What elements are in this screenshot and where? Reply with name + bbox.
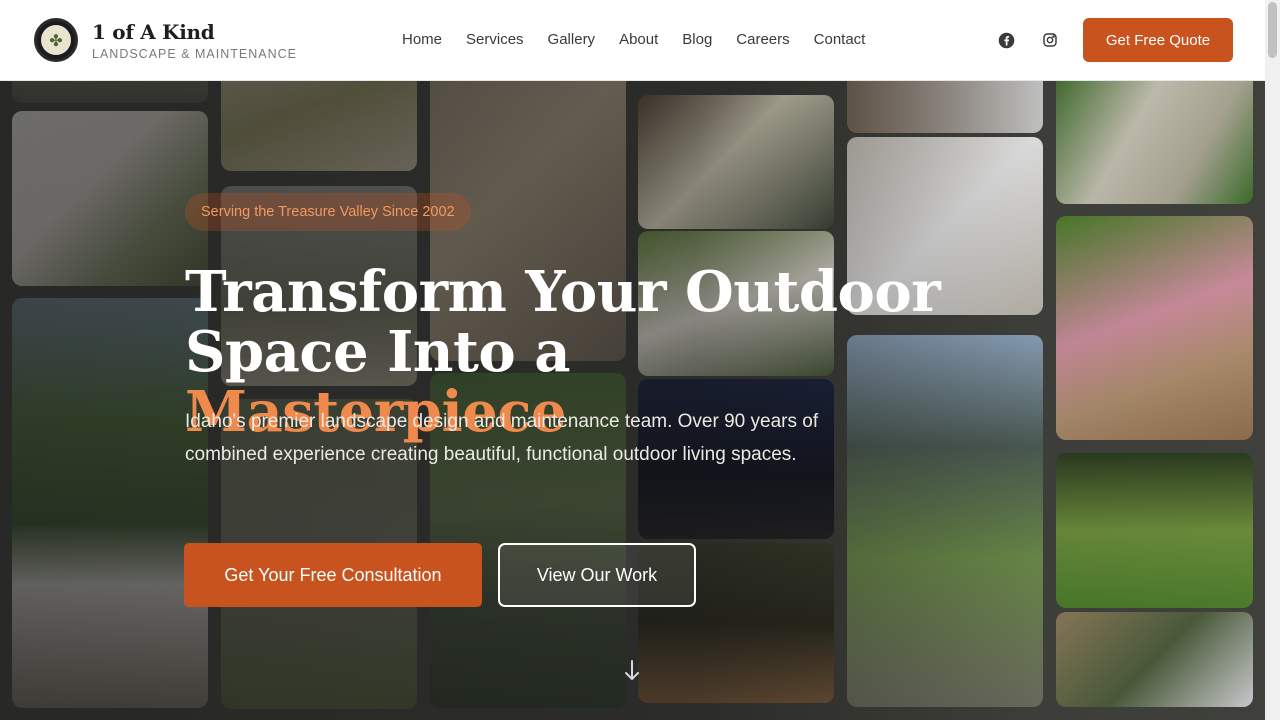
nav-services[interactable]: Services xyxy=(466,30,524,50)
get-free-quote-button[interactable]: Get Free Quote xyxy=(1083,18,1233,62)
nav-careers[interactable]: Careers xyxy=(736,30,789,50)
main-nav: Home Services Gallery About Blog Careers… xyxy=(402,30,889,50)
page-scrollbar[interactable] xyxy=(1265,0,1280,720)
facebook-icon[interactable] xyxy=(996,30,1016,50)
brand-name[interactable]: 1 of A Kind xyxy=(92,20,215,44)
free-consultation-button[interactable]: Get Your Free Consultation xyxy=(184,543,482,607)
brand-tagline: LANDSCAPE & MAINTENANCE xyxy=(92,47,297,61)
nav-contact[interactable]: Contact xyxy=(814,30,866,50)
arrow-down-icon[interactable] xyxy=(622,658,642,684)
nav-home[interactable]: Home xyxy=(402,30,442,50)
view-our-work-button[interactable]: View Our Work xyxy=(498,543,696,607)
headline-line-2: Space Into a xyxy=(185,319,571,385)
logo-icon[interactable]: ✤ xyxy=(34,18,78,62)
hero-subtext: Idaho's premier landscape design and mai… xyxy=(185,411,819,465)
nav-about[interactable]: About xyxy=(619,30,658,50)
nav-blog[interactable]: Blog xyxy=(682,30,712,50)
headline-line-1: Transform Your Outdoor xyxy=(185,259,941,325)
nav-gallery[interactable]: Gallery xyxy=(548,30,596,50)
site-header: ✤ 1 of A Kind LANDSCAPE & MAINTENANCE Ho… xyxy=(0,0,1265,81)
service-area-badge: Serving the Treasure Valley Since 2002 xyxy=(185,193,471,231)
scrollbar-thumb[interactable] xyxy=(1268,2,1277,58)
instagram-icon[interactable] xyxy=(1040,30,1060,50)
